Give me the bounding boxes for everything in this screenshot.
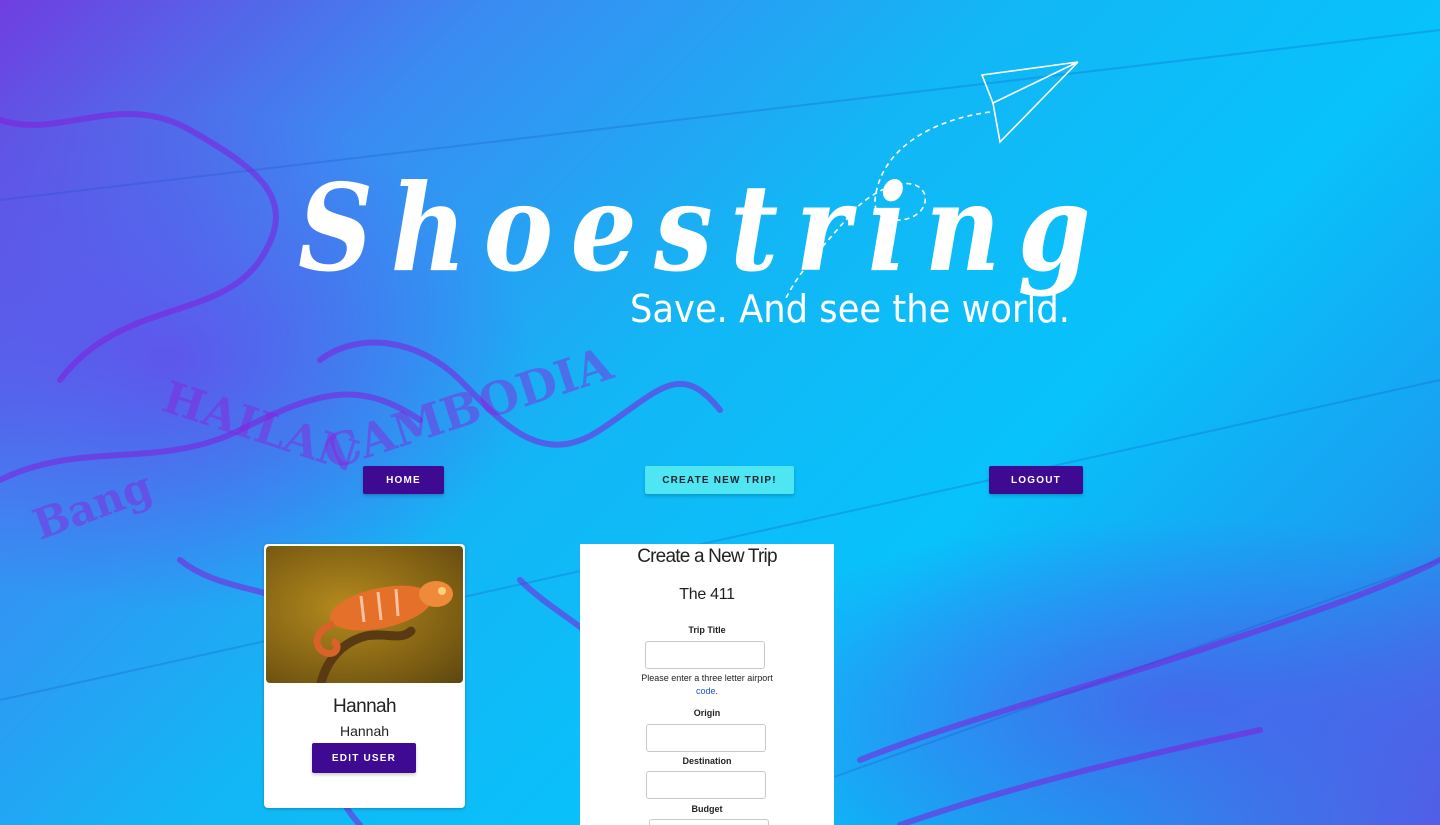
budget-input[interactable]: [649, 819, 769, 825]
paper-plane-icon: [980, 61, 1079, 144]
origin-input[interactable]: [646, 724, 766, 752]
budget-label: Budget: [691, 804, 723, 814]
logout-button[interactable]: LOGOUT: [989, 466, 1083, 494]
shoestring-logo: Shoestring Save. And see the world.: [298, 61, 1108, 331]
edit-user-button[interactable]: EDIT USER: [312, 743, 416, 773]
trip-title-input[interactable]: [645, 641, 765, 669]
home-button[interactable]: HOME: [363, 466, 444, 494]
create-trip-form: Create a New Trip The 411 Trip Title Ple…: [580, 544, 834, 825]
airport-code-hint: Please enter a three letter airport code…: [580, 672, 834, 698]
destination-label: Destination: [682, 756, 732, 766]
hint-text: Please enter a three letter airport: [641, 673, 773, 683]
user-username: Hannah: [339, 723, 390, 739]
user-profile-card: Hannah Hannah EDIT USER: [264, 544, 465, 808]
trip-title-label: Trip Title: [688, 625, 726, 635]
form-section-title: The 411: [679, 586, 735, 603]
create-new-trip-button[interactable]: CREATE NEW TRIP!: [645, 466, 794, 494]
brand-name: Shoestring: [298, 158, 1108, 299]
user-avatar: [266, 546, 463, 683]
destination-input[interactable]: [646, 771, 766, 799]
origin-label: Origin: [693, 708, 721, 718]
chameleon-image: [313, 581, 453, 683]
svg-text:Bang: Bang: [27, 461, 159, 549]
hint-period: .: [715, 686, 719, 696]
hint-code-link[interactable]: code: [696, 686, 716, 696]
brand-tagline: Save. And see the world.: [630, 287, 1070, 331]
user-display-name: Hannah: [333, 696, 397, 717]
form-title: Create a New Trip: [637, 546, 777, 567]
